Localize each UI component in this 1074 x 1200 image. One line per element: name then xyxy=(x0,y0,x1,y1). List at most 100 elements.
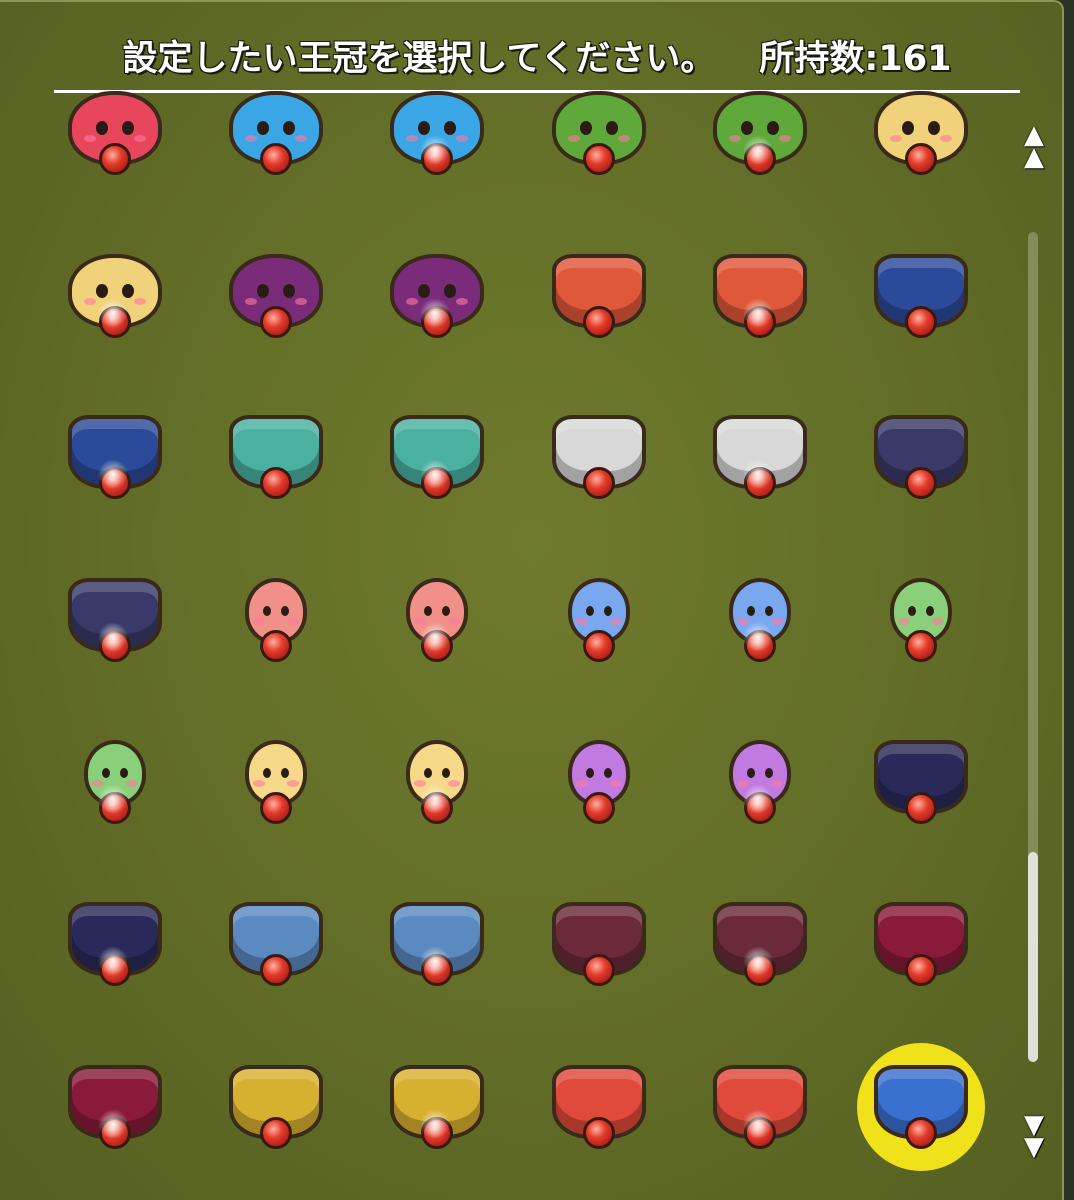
crown-item[interactable] xyxy=(685,58,835,208)
cheek xyxy=(84,135,96,142)
eye xyxy=(442,606,450,616)
eye xyxy=(747,606,755,616)
crown-icon xyxy=(874,91,968,175)
crown-item[interactable] xyxy=(524,707,674,857)
crown-item[interactable] xyxy=(524,58,674,208)
cheek xyxy=(610,780,622,787)
crown-face xyxy=(729,578,791,644)
crown-item[interactable] xyxy=(524,545,674,695)
crown-item[interactable] xyxy=(201,221,351,371)
eye xyxy=(257,284,269,298)
crown-item[interactable] xyxy=(846,545,996,695)
crown-icon xyxy=(552,1065,646,1149)
ruby-gem-icon xyxy=(99,792,131,824)
ruby-gem-icon xyxy=(260,630,292,662)
ruby-gem-icon xyxy=(260,467,292,499)
crown-item[interactable] xyxy=(201,545,351,695)
crown-item[interactable] xyxy=(40,869,190,1019)
crown-item[interactable] xyxy=(685,869,835,1019)
crown-icon xyxy=(390,578,484,662)
crown-item[interactable] xyxy=(40,707,190,857)
crown-face xyxy=(68,415,162,489)
ruby-gem-icon xyxy=(99,467,131,499)
crown-face xyxy=(713,91,807,165)
ruby-gem-icon xyxy=(99,630,131,662)
crown-item[interactable] xyxy=(201,382,351,532)
eye xyxy=(606,121,618,135)
double-down-arrow-icon: ▼ ▼ xyxy=(1024,1110,1044,1162)
crown-item[interactable] xyxy=(40,221,190,371)
crown-icon xyxy=(713,740,807,824)
crown-item[interactable] xyxy=(362,1032,512,1182)
crown-item[interactable] xyxy=(40,545,190,695)
crown-item[interactable] xyxy=(362,382,512,532)
crown-item[interactable] xyxy=(846,707,996,857)
crown-item[interactable] xyxy=(685,545,835,695)
cheek xyxy=(414,780,426,787)
crown-item[interactable] xyxy=(362,221,512,371)
crown-item[interactable] xyxy=(685,382,835,532)
crown-item[interactable] xyxy=(846,1032,996,1182)
crown-icon xyxy=(229,902,323,986)
crown-item[interactable] xyxy=(201,1032,351,1182)
ruby-gem-icon xyxy=(99,954,131,986)
eye xyxy=(586,768,594,778)
ruby-gem-icon xyxy=(260,1117,292,1149)
scrollbar-track[interactable] xyxy=(1028,232,1038,1062)
eye xyxy=(908,606,916,616)
crown-face xyxy=(68,254,162,328)
crown-item[interactable] xyxy=(685,1032,835,1182)
crown-item[interactable] xyxy=(201,869,351,1019)
crown-item[interactable] xyxy=(846,58,996,208)
crown-item[interactable] xyxy=(685,707,835,857)
cheek xyxy=(134,298,146,305)
crown-face xyxy=(68,578,162,652)
crown-icon xyxy=(552,740,646,824)
eye xyxy=(120,768,128,778)
crown-grid xyxy=(40,91,1008,1198)
crown-item[interactable] xyxy=(846,221,996,371)
crown-item[interactable] xyxy=(362,869,512,1019)
ruby-gem-icon xyxy=(744,630,776,662)
crown-item[interactable] xyxy=(524,382,674,532)
ruby-gem-icon xyxy=(421,306,453,338)
cheek xyxy=(898,618,910,625)
crown-item[interactable] xyxy=(685,221,835,371)
crown-item[interactable] xyxy=(846,869,996,1019)
scrollbar-thumb[interactable] xyxy=(1028,852,1038,1062)
eye xyxy=(283,284,295,298)
crown-item[interactable] xyxy=(362,58,512,208)
eye xyxy=(926,606,934,616)
crown-item[interactable] xyxy=(40,382,190,532)
crown-icon xyxy=(874,1065,968,1149)
crown-face xyxy=(713,1065,807,1139)
crown-item[interactable] xyxy=(524,221,674,371)
cheek xyxy=(448,780,460,787)
crown-icon xyxy=(68,1065,162,1149)
ruby-gem-icon xyxy=(744,467,776,499)
crown-icon xyxy=(68,902,162,986)
crown-item[interactable] xyxy=(201,707,351,857)
eye xyxy=(424,606,432,616)
crown-item[interactable] xyxy=(846,382,996,532)
crown-item[interactable] xyxy=(524,1032,674,1182)
crown-icon xyxy=(229,415,323,499)
cheek xyxy=(456,135,468,142)
cheek xyxy=(406,298,418,305)
crown-item[interactable] xyxy=(524,869,674,1019)
ruby-gem-icon xyxy=(583,143,615,175)
crown-item[interactable] xyxy=(362,545,512,695)
double-up-arrow-icon: ▲ ▲ xyxy=(1024,120,1044,172)
crown-item[interactable] xyxy=(40,58,190,208)
cheek xyxy=(737,618,749,625)
cheek xyxy=(295,298,307,305)
scroll-down-button[interactable]: ▼ ▼ xyxy=(1016,1108,1052,1164)
crown-icon xyxy=(68,740,162,824)
crown-face xyxy=(68,1065,162,1139)
crown-item[interactable] xyxy=(40,1032,190,1182)
crown-item[interactable] xyxy=(201,58,351,208)
crown-item[interactable] xyxy=(362,707,512,857)
crown-face xyxy=(390,415,484,489)
ruby-gem-icon xyxy=(421,1117,453,1149)
scroll-up-button[interactable]: ▲ ▲ xyxy=(1016,118,1052,174)
